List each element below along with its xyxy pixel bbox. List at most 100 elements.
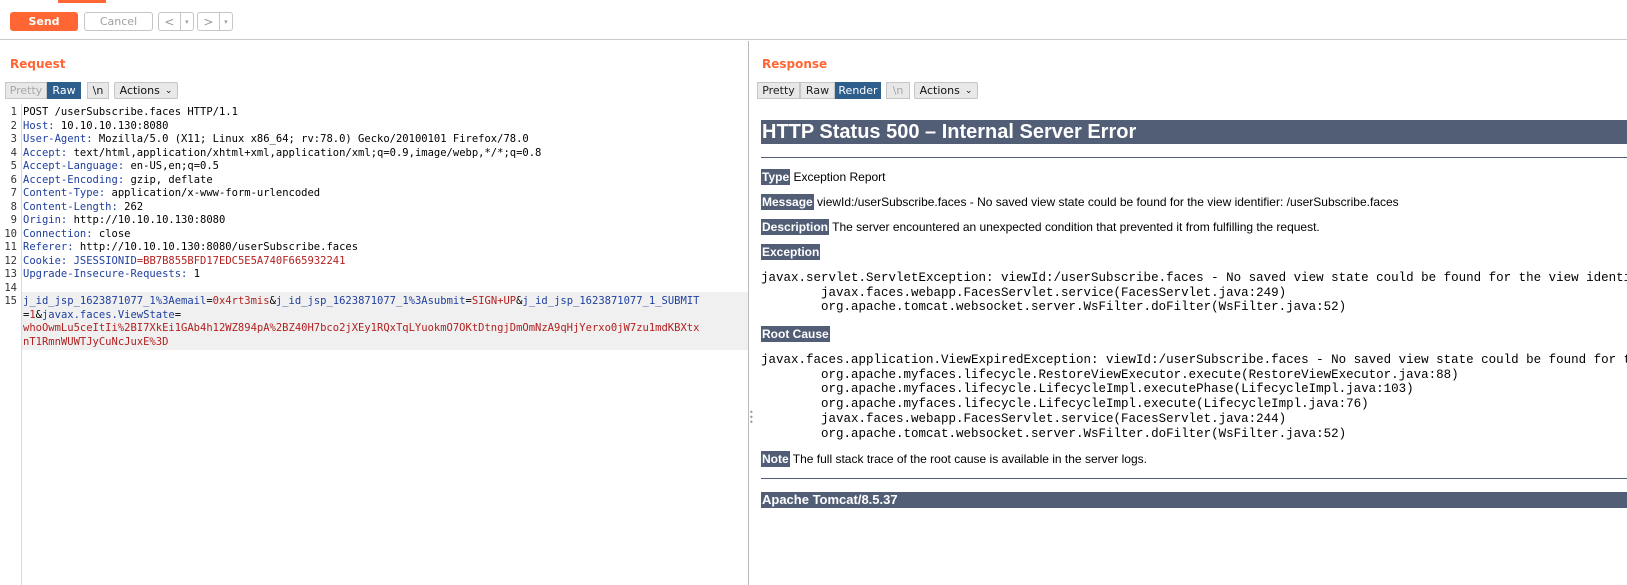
header-name: Upgrade-Insecure-Requests: <box>23 268 188 280</box>
header-value: 1 <box>187 268 201 280</box>
response-tab-render[interactable]: Render <box>835 82 881 99</box>
header-value: en-US,en;q=0.5 <box>124 160 219 172</box>
param-name: j_id_jsp_1623871077_1%3Aemail <box>23 295 207 307</box>
request-tab-pretty[interactable]: Pretty <box>5 82 47 99</box>
param-name: j_id_jsp_1623871077_1%3Asubmit <box>275 295 466 307</box>
error-heading: HTTP Status 500 – Internal Server Error <box>761 120 1627 144</box>
header-value: http://10.10.10.130:8080 <box>67 214 226 226</box>
note-paragraph: Note The full stack trace of the root ca… <box>761 451 1147 467</box>
header-value: gzip, deflate <box>124 173 213 186</box>
header-name: User-Agent: <box>23 133 93 145</box>
request-line: Origin: http://10.10.10.130:8080 <box>23 214 225 226</box>
request-editor[interactable]: 1 POST /userSubscribe.faces HTTP/1.1 2 Host… <box>0 104 748 585</box>
forward-dropdown-icon[interactable]: ▾ <box>218 13 232 30</box>
cancel-button[interactable]: Cancel <box>84 12 153 31</box>
forward-arrow-icon: > <box>203 14 214 29</box>
line-number: 12 <box>4 254 17 267</box>
description-label: Description <box>761 219 830 235</box>
note-label: Note <box>761 451 790 467</box>
message-text: viewId:/userSubscribe.faces - No saved v… <box>813 195 1399 209</box>
message-label: Message <box>761 194 814 210</box>
description-text: The server encountered an unexpected con… <box>829 220 1320 234</box>
exception-stack-trace: javax.servlet.ServletException: viewId:/… <box>761 271 1627 315</box>
header-name: Accept-Encoding: <box>23 173 125 186</box>
request-line: Content-Type: application/x-www-form-url… <box>23 187 320 199</box>
request-body-line: whoOwmLu5ceItIi%2BI7XkEi1GAb4h12WZ894pA%… <box>23 322 699 334</box>
line-number: 14 <box>4 281 17 294</box>
root-cause-heading: Root Cause <box>761 326 830 342</box>
request-line: Accept-Language: en-US,en;q=0.5 <box>23 160 219 172</box>
send-button[interactable]: Send <box>10 12 78 31</box>
param-name: javax.faces.ViewState <box>41 308 175 321</box>
header-value: http://10.10.10.130:8080/userSubscribe.f… <box>73 241 359 253</box>
line-number: 9 <box>10 214 17 226</box>
back-dropdown-icon[interactable]: ▾ <box>179 13 193 30</box>
request-line: Cookie: JSESSIONID=BB7B855BFD17EDC5E5A74… <box>23 255 345 267</box>
line-number: 1 <box>10 106 17 118</box>
header-name: Referer: <box>23 241 74 253</box>
request-body-line: nT1RmnWUWTJyCuNcJuxE%3D <box>23 336 168 348</box>
header-value: 10.10.10.130:8080 <box>54 119 169 132</box>
request-line-text: POST /userSubscribe.faces HTTP/1.1 <box>23 106 238 118</box>
request-line: Accept-Encoding: gzip, deflate <box>23 174 213 186</box>
response-tab-pretty[interactable]: Pretty <box>757 82 800 99</box>
response-render-view: HTTP Status 500 – Internal Server Error … <box>754 104 1627 585</box>
request-line: Referer: http://10.10.10.130:8080/userSu… <box>23 241 358 253</box>
request-tab-raw[interactable]: Raw <box>47 82 81 99</box>
header-name: Origin: <box>23 214 68 226</box>
request-actions-label: Actions <box>119 84 160 97</box>
viewstate-value: nT1RmnWUWTJyCuNcJuxE%3D <box>23 335 169 348</box>
header-name: Accept-Language: <box>23 160 125 172</box>
server-footer: Apache Tomcat/8.5.37 <box>761 492 1627 508</box>
history-forward-button[interactable]: > ▾ <box>197 12 233 31</box>
history-back-button[interactable]: < ▾ <box>158 12 194 31</box>
line-number: 8 <box>10 200 17 213</box>
response-tab-newline[interactable]: \n <box>886 82 910 99</box>
param-name: j_id_jsp_1623871077_1_SUBMIT <box>522 295 700 307</box>
line-number: 6 <box>10 173 17 186</box>
line-number: 11 <box>4 241 17 253</box>
header-name: Accept: <box>23 146 68 159</box>
viewstate-value: whoOwmLu5ceItIi%2BI7XkEi1GAb4h12WZ894pA%… <box>23 322 700 334</box>
root-cause-stack-trace: javax.faces.application.ViewExpiredExcep… <box>761 353 1627 441</box>
type-paragraph: Type Exception Report <box>761 169 886 185</box>
header-value: 262 <box>117 200 144 213</box>
response-panel-title: Response <box>762 57 828 71</box>
param-value: 0x4rt3mis <box>212 295 270 307</box>
request-body-line: j_id_jsp_1623871077_1%3Aemail=0x4rt3mis&… <box>23 295 700 307</box>
line-number: 15 <box>4 295 17 307</box>
header-name: Cookie: <box>23 254 68 267</box>
header-name: Host: <box>23 119 55 132</box>
divider-line <box>761 478 1627 479</box>
divider-line <box>761 157 1627 158</box>
request-line: POST /userSubscribe.faces HTTP/1.1 <box>23 106 238 118</box>
request-line: Host: 10.10.10.130:8080 <box>23 120 168 132</box>
request-line: Content-Length: 262 <box>23 201 143 213</box>
line-number: 3 <box>10 133 17 145</box>
header-name: Content-Type: <box>23 187 106 199</box>
param-value: 1 <box>29 308 36 321</box>
line-number: 10 <box>4 227 17 240</box>
request-tab-newline[interactable]: \n <box>87 82 109 99</box>
cookie-value: =BB7B855BFD17EDC5E5A740F665932241 <box>136 254 346 267</box>
active-tab-indicator <box>58 0 106 3</box>
type-label: Type <box>761 169 791 185</box>
header-value: Mozilla/5.0 (X11; Linux x86_64; rv:78.0)… <box>92 133 529 145</box>
note-text: The full stack trace of the root cause i… <box>789 452 1147 466</box>
header-name: Content-Length: <box>23 200 118 213</box>
line-number: 5 <box>10 160 17 172</box>
request-panel-title: Request <box>10 57 66 71</box>
response-actions-button[interactable]: Actions ⌄ <box>914 82 978 99</box>
line-number: 13 <box>4 268 17 280</box>
message-paragraph: Message viewId:/userSubscribe.faces - No… <box>761 194 1399 210</box>
exception-label: Exception <box>761 244 821 260</box>
request-actions-button[interactable]: Actions ⌄ <box>114 82 178 99</box>
response-tab-raw[interactable]: Raw <box>800 82 835 99</box>
request-line: Accept: text/html,application/xhtml+xml,… <box>23 147 541 159</box>
request-body-line: =1&javax.faces.ViewState= <box>23 308 182 321</box>
line-number: 2 <box>10 119 17 132</box>
resize-grip-icon[interactable]: • • • <box>749 409 754 427</box>
request-line: Connection: close <box>23 228 130 240</box>
chevron-down-icon: ⌄ <box>964 85 973 96</box>
response-actions-label: Actions <box>919 84 960 97</box>
